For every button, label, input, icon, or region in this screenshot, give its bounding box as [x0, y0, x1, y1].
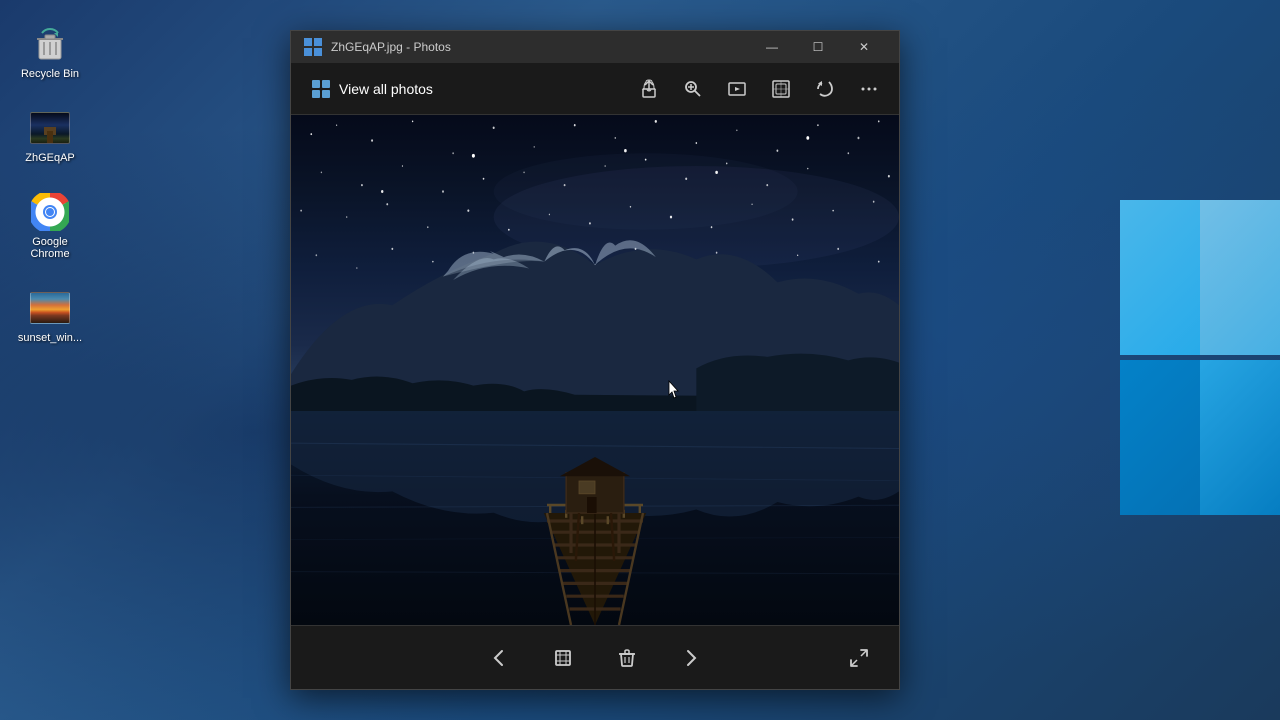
- enhance-button[interactable]: [763, 71, 799, 107]
- desktop: Recycle Bin ZhGEqAP: [0, 0, 1280, 720]
- photo-display: [291, 115, 899, 625]
- share-icon: [639, 79, 659, 99]
- crop-button[interactable]: [543, 638, 583, 678]
- slideshow-icon: [727, 79, 747, 99]
- maximize-button[interactable]: ☐: [795, 31, 841, 63]
- zoom-button[interactable]: [675, 71, 711, 107]
- desktop-icon-chrome[interactable]: Google Chrome: [10, 188, 90, 264]
- windows-logo: [1120, 200, 1280, 520]
- fullscreen-icon: [848, 647, 870, 669]
- view-all-photos-button[interactable]: View all photos: [303, 75, 441, 103]
- slideshow-button[interactable]: [719, 71, 755, 107]
- window-title: ZhGEqAP.jpg - Photos: [331, 40, 749, 54]
- sunset-label: sunset_win...: [18, 332, 82, 344]
- toolbar: View all photos: [291, 63, 899, 115]
- zoom-icon: [683, 79, 703, 99]
- window-controls: — ☐ ✕: [749, 31, 887, 63]
- fullscreen-button[interactable]: [839, 638, 879, 678]
- zhgeqap-icon: [30, 108, 70, 148]
- chrome-label: Google Chrome: [14, 236, 86, 260]
- bottom-bar: [291, 625, 899, 689]
- delete-icon: [616, 647, 638, 669]
- photos-icon: [311, 79, 331, 99]
- more-button[interactable]: [851, 71, 887, 107]
- view-all-photos-label: View all photos: [339, 81, 433, 97]
- photos-app-icon: [303, 37, 323, 57]
- delete-button[interactable]: [607, 638, 647, 678]
- desktop-icon-recycle-bin[interactable]: Recycle Bin: [10, 20, 90, 84]
- desktop-icon-zhgeqap[interactable]: ZhGEqAP: [10, 104, 90, 168]
- back-button[interactable]: [479, 638, 519, 678]
- close-button[interactable]: ✕: [841, 31, 887, 63]
- minimize-button[interactable]: —: [749, 31, 795, 63]
- recycle-bin-icon: [30, 24, 70, 64]
- zhgeqap-label: ZhGEqAP: [25, 152, 75, 164]
- rotate-button[interactable]: [807, 71, 843, 107]
- more-icon: [859, 79, 879, 99]
- forward-icon: [680, 647, 702, 669]
- chrome-icon: [30, 192, 70, 232]
- share-button[interactable]: [631, 71, 667, 107]
- rotate-icon: [815, 79, 835, 99]
- title-bar: ZhGEqAP.jpg - Photos — ☐ ✕: [291, 31, 899, 63]
- recycle-bin-label: Recycle Bin: [21, 68, 79, 80]
- pier-layer: [455, 305, 735, 625]
- sunset-icon: [30, 288, 70, 328]
- image-area: [291, 115, 899, 625]
- photos-window: ZhGEqAP.jpg - Photos — ☐ ✕ View all phot…: [290, 30, 900, 690]
- forward-button[interactable]: [671, 638, 711, 678]
- back-icon: [488, 647, 510, 669]
- crop-icon: [552, 647, 574, 669]
- desktop-icons: Recycle Bin ZhGEqAP: [10, 20, 90, 348]
- desktop-icon-sunset[interactable]: sunset_win...: [10, 284, 90, 348]
- enhance-icon: [771, 79, 791, 99]
